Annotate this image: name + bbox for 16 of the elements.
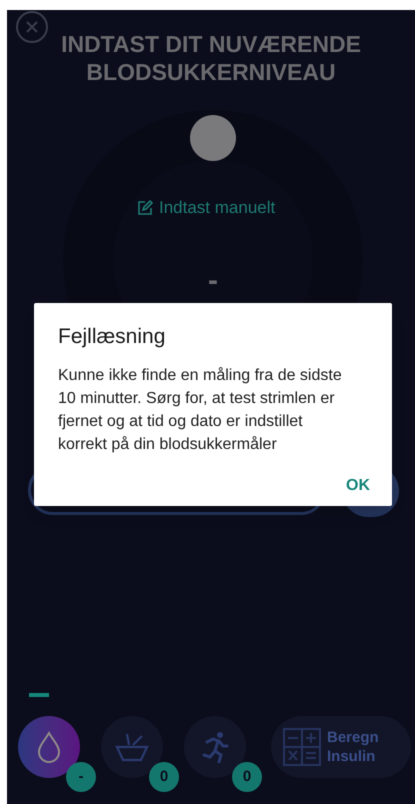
edit-icon: [137, 200, 153, 216]
drop-icon: [37, 731, 61, 763]
manual-entry-link[interactable]: Indtast manuelt: [137, 195, 287, 220]
calculate-insulin-button[interactable]: Beregn Insulin: [271, 716, 411, 778]
screen-title: INDTAST DIT NUVÆRENDE BLODSUKKERNIVEAU: [60, 30, 362, 86]
runner-icon: [201, 731, 229, 763]
dialog-message: Kunne ikke finde en måling fra de sidste 10 minutter. Sørg for, at test strimlen er fjernet og at tid og dato er indstillet korrekt på din blodsukkermåler: [58, 366, 343, 455]
glucose-value: -: [207, 263, 219, 299]
ok-button[interactable]: OK: [340, 470, 376, 502]
count-badge: 0: [149, 762, 179, 792]
count-badge: 0: [232, 762, 262, 792]
calculator-icon: [283, 728, 321, 766]
bowl-icon: [115, 731, 149, 763]
count-badge: -: [66, 762, 96, 792]
dialog-title: Fejllæsning: [58, 324, 166, 350]
close-icon: [25, 20, 39, 34]
